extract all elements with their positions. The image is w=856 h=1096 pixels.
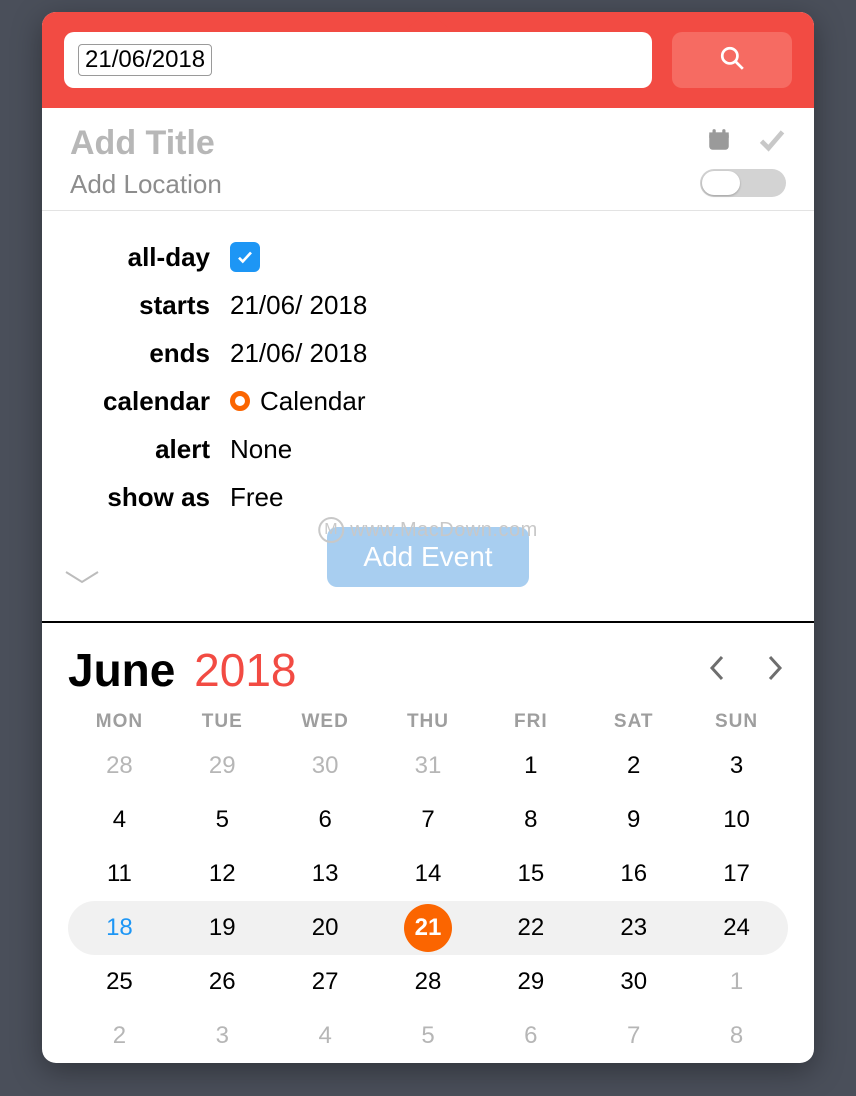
event-toggle[interactable] <box>700 169 786 197</box>
starts-value[interactable]: 21/06/ 2018 <box>230 290 367 321</box>
toggle-knob <box>702 171 740 195</box>
week-row: 28293031123 <box>68 739 788 793</box>
search-icon <box>719 45 745 76</box>
month-year: 2018 <box>194 644 296 696</box>
calendar-icon[interactable] <box>706 127 732 158</box>
calendar-day[interactable]: 12 <box>171 860 274 888</box>
calendar-day[interactable]: 6 <box>479 1022 582 1050</box>
calendar-day[interactable]: 18 <box>68 914 171 942</box>
allday-label: all-day <box>70 242 230 273</box>
calendar-color-dot <box>230 391 250 411</box>
event-head-section <box>42 108 814 211</box>
weekday-label: MON <box>68 711 171 733</box>
calendar-day[interactable]: 2 <box>68 1022 171 1050</box>
calendar-day[interactable]: 1 <box>479 752 582 780</box>
calendar-day[interactable]: 15 <box>479 860 582 888</box>
calendar-day[interactable]: 3 <box>685 752 788 780</box>
month-name: June <box>68 644 175 696</box>
calendar-day[interactable]: 25 <box>68 968 171 996</box>
calendar-day[interactable]: 4 <box>274 1022 377 1050</box>
calendar-day[interactable]: 29 <box>479 968 582 996</box>
month-title: June 2018 <box>68 643 297 697</box>
calendar-day[interactable]: 5 <box>171 806 274 834</box>
calendar-day[interactable]: 11 <box>68 860 171 888</box>
week-row: 181920 21 222324 <box>68 901 788 955</box>
calendar-day[interactable]: 20 <box>274 914 377 942</box>
calendar-day[interactable]: 29 <box>171 752 274 780</box>
calendar-day[interactable]: 8 <box>685 1022 788 1050</box>
calendar-day[interactable]: 10 <box>685 806 788 834</box>
calendar-day[interactable]: 1 <box>685 968 788 996</box>
allday-checkbox[interactable] <box>230 242 260 272</box>
calendar-day[interactable]: 27 <box>274 968 377 996</box>
weekday-label: SUN <box>685 711 788 733</box>
calendar-day[interactable]: 16 <box>582 860 685 888</box>
calendar-day[interactable]: 7 <box>582 1022 685 1050</box>
week-row: 11121314151617 <box>68 847 788 901</box>
calendar-value[interactable]: Calendar <box>230 386 366 417</box>
calendar-day[interactable]: 21 <box>377 904 480 952</box>
weekday-label: FRI <box>479 711 582 733</box>
event-popover: 21/06/2018 <box>42 12 814 1063</box>
alert-value[interactable]: None <box>230 434 292 465</box>
calendar-day[interactable]: 7 <box>377 806 480 834</box>
search-date-chip: 21/06/2018 <box>78 44 212 76</box>
calendar-day[interactable]: 19 <box>171 914 274 942</box>
weekday-label: TUE <box>171 711 274 733</box>
calendar-day[interactable]: 6 <box>274 806 377 834</box>
calendar-day[interactable]: 17 <box>685 860 788 888</box>
event-details: all-day starts 21/06/ 2018 ends 21/06/ 2… <box>42 211 814 621</box>
calendar-day[interactable]: 26 <box>171 968 274 996</box>
calendar-day[interactable]: 22 <box>479 914 582 942</box>
calendar-day[interactable]: 4 <box>68 806 171 834</box>
popover-arrow <box>408 12 448 28</box>
calendar-day[interactable]: 2 <box>582 752 685 780</box>
calendar-day[interactable]: 31 <box>377 752 480 780</box>
calendar-name: Calendar <box>260 386 366 417</box>
calendar-day[interactable]: 3 <box>171 1022 274 1050</box>
ends-value[interactable]: 21/06/ 2018 <box>230 338 367 369</box>
weekday-label: THU <box>377 711 480 733</box>
ends-label: ends <box>70 338 230 369</box>
starts-label: starts <box>70 290 230 321</box>
prev-month-button[interactable] <box>708 654 726 687</box>
event-title-input[interactable] <box>70 124 700 163</box>
calendar-day[interactable]: 30 <box>274 752 377 780</box>
event-location-input[interactable] <box>70 169 700 200</box>
calendar-day[interactable]: 23 <box>582 914 685 942</box>
month-calendar: June 2018 MONTUEWEDTHUFRISATSUN 28293031… <box>42 623 814 1063</box>
alert-label: alert <box>70 434 230 465</box>
calendar-day[interactable]: 30 <box>582 968 685 996</box>
search-field-wrap[interactable]: 21/06/2018 <box>64 32 652 88</box>
showas-value[interactable]: Free <box>230 482 283 513</box>
calendar-label: calendar <box>70 386 230 417</box>
search-button[interactable] <box>672 32 792 88</box>
showas-label: show as <box>70 482 230 513</box>
calendar-day[interactable]: 13 <box>274 860 377 888</box>
calendar-day[interactable]: 5 <box>377 1022 480 1050</box>
week-row: 45678910 <box>68 793 788 847</box>
weekday-header-row: MONTUEWEDTHUFRISATSUN <box>68 711 788 733</box>
calendar-day[interactable]: 8 <box>479 806 582 834</box>
calendar-day[interactable]: 24 <box>685 914 788 942</box>
calendar-day[interactable]: 9 <box>582 806 685 834</box>
confirm-icon[interactable] <box>758 126 786 159</box>
selected-day-indicator: 21 <box>404 904 452 952</box>
weekday-label: WED <box>274 711 377 733</box>
add-event-button[interactable]: Add Event <box>327 527 528 587</box>
calendar-day[interactable]: 14 <box>377 860 480 888</box>
week-row: 2345678 <box>68 1009 788 1063</box>
calendar-day[interactable]: 28 <box>377 968 480 996</box>
calendar-day[interactable]: 28 <box>68 752 171 780</box>
next-month-button[interactable] <box>766 654 784 687</box>
search-input[interactable] <box>212 46 638 74</box>
weekday-label: SAT <box>582 711 685 733</box>
week-row: 2526272829301 <box>68 955 788 1009</box>
